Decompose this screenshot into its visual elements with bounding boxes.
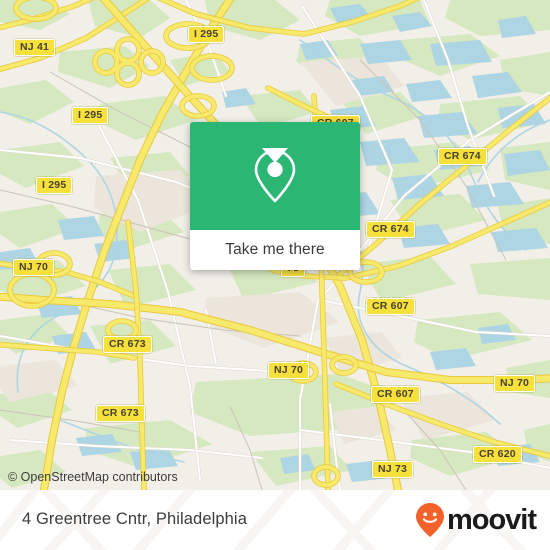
road-shield: CR 607 [366, 298, 415, 315]
road-shield: NJ 70 [494, 375, 536, 392]
road-shield: NJ 70 [268, 362, 310, 379]
road-shield: CR 607 [371, 386, 420, 403]
take-me-there-button[interactable]: Take me there [190, 230, 360, 270]
road-shield: CR 620 [473, 446, 522, 463]
address-label: 4 Greentree Cntr, Philadelphia [22, 510, 247, 528]
map-screenshot-root: .grn{fill:#D6E8C0} .wtr{fill:#AED5E4} .r… [0, 0, 550, 550]
location-popup-card[interactable]: Take me there [190, 122, 360, 270]
popup-card-header [190, 122, 360, 230]
moovit-smiley-pin-icon [415, 503, 444, 537]
road-shield: I 295 [188, 26, 225, 43]
footer-bar: 4 Greentree Cntr, Philadelphia moovit [0, 490, 550, 550]
road-shield: NJ 41 [14, 39, 56, 56]
osm-attribution[interactable]: © OpenStreetMap contributors [8, 470, 178, 484]
road-shield: NJ 73 [372, 461, 414, 478]
moovit-wordmark: moovit [446, 504, 537, 536]
road-shield: CR 673 [96, 405, 145, 422]
road-shield: CR 674 [366, 221, 415, 238]
popup-card-pointer [262, 148, 288, 163]
road-shield: I 295 [72, 107, 109, 124]
moovit-logo[interactable]: moovit [415, 502, 537, 538]
take-me-there-label: Take me there [225, 241, 325, 258]
road-shield: NJ 70 [13, 259, 55, 276]
road-shield: CR 673 [103, 336, 152, 353]
road-shield: I 295 [36, 177, 73, 194]
road-shield: CR 674 [438, 148, 487, 165]
